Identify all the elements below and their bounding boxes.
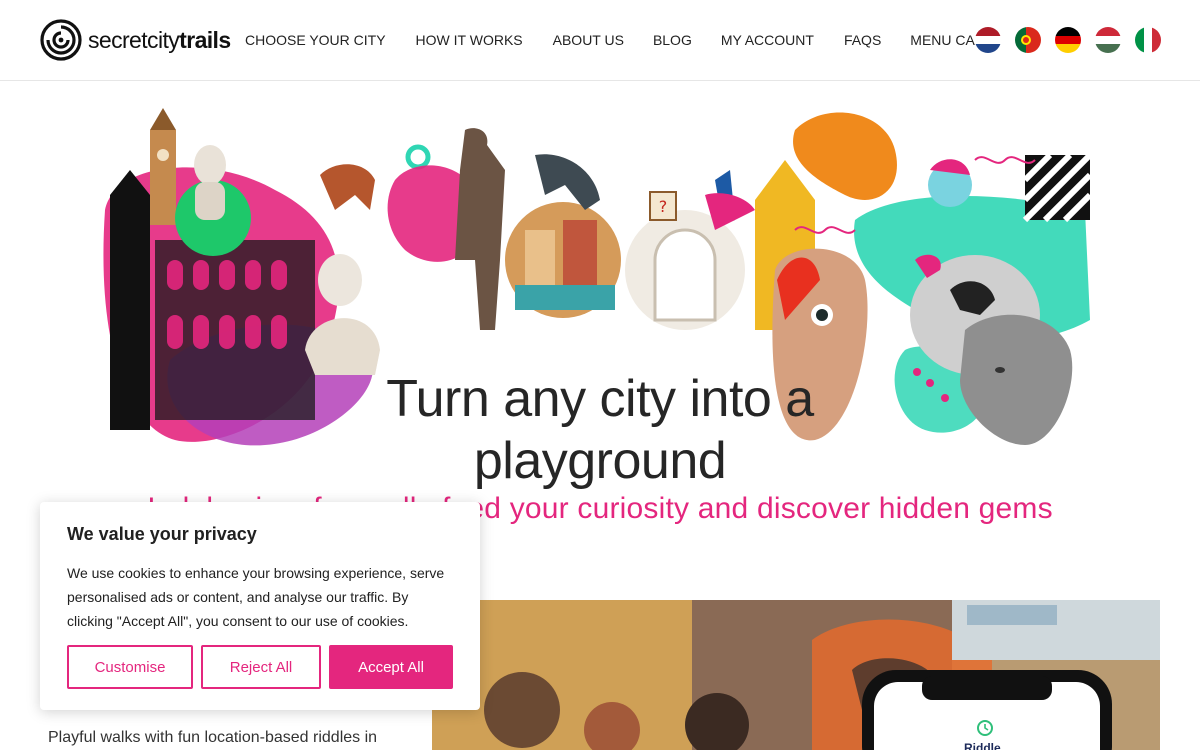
cookie-description: We use cookies to enhance your browsing … — [67, 565, 445, 629]
svg-text:?: ? — [659, 197, 668, 216]
dancer-statue — [535, 154, 600, 210]
orange-mask-sculpture — [793, 112, 897, 200]
clock-tower — [150, 130, 176, 225]
bust-statue-left — [194, 145, 226, 185]
netherlands-flag-icon[interactable] — [975, 27, 1001, 53]
group-photo-with-phone: Riddle — [432, 600, 1160, 750]
bust-statue-center — [318, 254, 362, 306]
accept-all-button[interactable]: Accept All — [329, 645, 453, 689]
portugal-flag-icon[interactable] — [1015, 27, 1041, 53]
phone-riddle-label: Riddle — [964, 741, 1001, 750]
bronze-statue — [455, 128, 505, 330]
building-silhouette-left — [110, 170, 150, 430]
teal-ring-shape — [405, 144, 431, 170]
intro-text: Playful walks with fun location-based ri… — [48, 729, 378, 746]
site-header: secretcitytrails CHOOSE YOUR CITY HOW IT… — [0, 0, 1200, 81]
nav-about-us[interactable]: ABOUT US — [553, 32, 624, 48]
nav-choose-your-city[interactable]: CHOOSE YOUR CITY — [245, 32, 386, 48]
germany-flag-icon[interactable] — [1055, 27, 1081, 53]
customise-button[interactable]: Customise — [67, 645, 193, 689]
logo-wordmark: secretcitytrails — [88, 26, 231, 53]
main-navigation: CHOOSE YOUR CITY HOW IT WORKS ABOUT US B… — [245, 32, 993, 48]
reject-all-button[interactable]: Reject All — [201, 645, 321, 689]
stone-face-sculpture — [960, 314, 1073, 445]
cookie-consent-dialog: We value your privacy We use cookies to … — [40, 502, 480, 710]
hero-headline: Turn any city into a playground — [386, 370, 814, 490]
cookie-title: We value your privacy — [67, 524, 257, 544]
language-switcher — [975, 27, 1161, 53]
logo[interactable]: secretcitytrails — [40, 19, 231, 61]
logo-maze-icon — [40, 19, 82, 61]
italy-flag-icon[interactable] — [1135, 27, 1161, 53]
hungary-flag-icon[interactable] — [1095, 27, 1121, 53]
equestrian-statue — [320, 164, 375, 210]
nav-blog[interactable]: BLOG — [653, 32, 692, 48]
nav-faqs[interactable]: FAQS — [844, 32, 881, 48]
nav-my-account[interactable]: MY ACCOUNT — [721, 32, 814, 48]
nav-how-it-works[interactable]: HOW IT WORKS — [416, 32, 523, 48]
cookie-button-group: Customise Reject All Accept All — [67, 645, 453, 689]
